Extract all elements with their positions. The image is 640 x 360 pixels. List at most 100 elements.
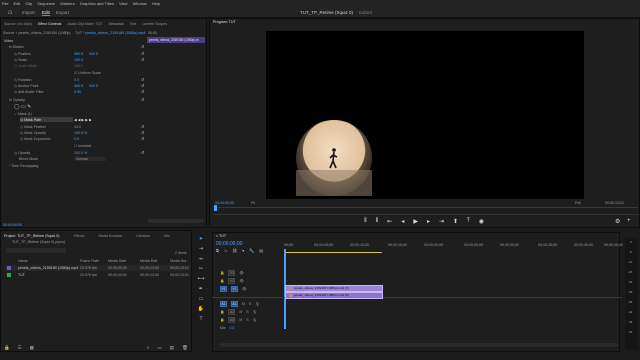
search-icon[interactable]: ⌕ [147,345,150,351]
rect-mask-icon[interactable]: ▭ [21,104,26,110]
fx-timecode[interactable]: 00:00:00:00 [3,223,22,227]
source-clip-label[interactable]: Source + pexels_videos_2159180 (1080p) [3,31,71,35]
mask-expansion-value[interactable]: 0.0 [74,137,79,141]
lock-icon[interactable]: 🔒 [220,310,224,314]
track-target-v2[interactable]: V2 [228,278,236,284]
mask-feather-value[interactable]: 10.0 [74,125,81,129]
mute-icon[interactable]: M [239,318,242,322]
reset-icon[interactable]: ↺ [141,83,144,88]
ellipse-mask-icon[interactable]: ◯ [14,104,20,110]
reset-icon[interactable]: ↺ [141,44,144,49]
slip-icon[interactable]: ⟷ [197,276,204,282]
timeline-zoom-scrollbar[interactable] [220,343,618,347]
track-target-a3[interactable]: A3 [228,317,236,323]
pen-mask-icon[interactable]: ✎ [27,104,31,110]
fx-zoom-scrollbar[interactable] [148,219,204,223]
settings-icon[interactable]: ⚙ [615,218,620,225]
program-timecode[interactable]: 00;00;00;00 [215,201,234,205]
track-target-a2[interactable]: A2 [228,309,236,315]
mini-clip-bar[interactable]: pexels_videos_2159180 (1080p).m [147,37,205,43]
mute-icon[interactable]: M [242,302,245,306]
fit-dropdown[interactable]: Fit [251,201,255,205]
reset-icon[interactable]: ↺ [141,97,144,102]
antiflicker-value[interactable]: 0.00 [74,90,81,94]
source-patch-v1[interactable]: V1 [220,286,227,292]
step-forward-icon[interactable]: ▸ [427,218,430,225]
rotation-value[interactable]: 0.0 [74,78,79,82]
lift-icon[interactable]: ⬆ [453,218,458,225]
program-zoom-bar[interactable] [213,214,639,215]
track-target-v1[interactable]: V1 [231,286,238,292]
mic-icon[interactable]: 🎙 [255,302,259,306]
nest-icon[interactable]: ⧉ [216,248,219,253]
program-playhead[interactable] [214,205,217,211]
quality-dropdown[interactable]: Full [575,201,581,205]
position-y[interactable]: 540.0 [89,52,98,56]
hand-tool-icon[interactable]: ✋ [198,306,204,312]
new-bin-icon[interactable]: ▭ [158,345,162,351]
eye-icon[interactable]: 👁 [239,279,243,283]
lock-icon[interactable]: 🔒 [220,318,224,322]
reset-icon[interactable]: ↺ [141,57,144,62]
add-button-icon[interactable]: + [627,218,631,224]
uniform-scale-row[interactable]: ☑ Uniform Scale [74,71,101,75]
tab-audio-mixer[interactable]: Audio Clip Mixer: TUT [67,22,102,26]
solo-icon[interactable]: S [246,318,248,322]
audio-clip[interactable]: pexels_videos_2159180 (1080p).mp4 [A] [285,292,383,299]
rectangle-tool-icon[interactable]: ▭ [199,296,204,302]
mic-icon[interactable]: 🎙 [253,318,257,322]
inverted-row[interactable]: ☐ Inverted [74,144,91,148]
tab-program[interactable]: Program: TUT [213,20,236,24]
track-mask-controls[interactable]: ◀ ◀ ▶ ▶ ▶ [74,118,92,122]
sequence-clip-label[interactable]: TUT * pexels_videos_2159180 (1080p).mp4 [75,31,145,35]
tab-metadata[interactable]: Metadata [109,22,124,26]
tab-effects[interactable]: Effects [73,234,84,238]
program-scrub-bar[interactable] [214,207,638,208]
razor-icon[interactable]: ✂ [199,266,203,272]
anchor-x[interactable]: 960.0 [74,84,83,88]
export-frame-icon[interactable]: ◉ [479,218,484,225]
workspace-edit[interactable]: Edit [42,10,50,16]
tab-lumetri[interactable]: Lumetri Scopes [142,22,167,26]
mask-row[interactable]: ⌄ Mask (1) [14,112,32,116]
scale-width-value[interactable]: 100.0 [74,64,83,68]
col-media-dur[interactable]: Media Dur [170,259,187,263]
solo-icon[interactable]: S [246,310,248,314]
reset-icon[interactable]: ↺ [141,150,144,155]
tab-text[interactable]: Text [130,22,137,26]
workspace-export[interactable]: Export [56,10,69,15]
table-row[interactable] [5,272,191,278]
col-media-end[interactable]: Media End [140,259,157,263]
workspace-import[interactable]: Import [22,10,35,15]
menu-help[interactable]: Help [152,1,160,6]
opacity-value[interactable]: 100.0 % [74,151,87,155]
mic-icon[interactable]: 🎙 [253,310,257,314]
col-frame-rate[interactable]: Frame Rate [80,259,99,263]
col-media-start[interactable]: Media Start [108,259,126,263]
mark-out-icon[interactable]: ⦀ [376,218,379,225]
timeline-timecode[interactable]: 00;00;00;00 [216,241,242,247]
pen-tool-icon[interactable]: ✒ [199,286,203,292]
blend-select[interactable]: Normal [74,157,106,161]
opacity-section[interactable]: fx Opacity [9,98,25,102]
ripple-edit-icon[interactable]: ⟛ [199,256,204,262]
snap-icon[interactable]: ⊃ [224,248,227,253]
wrench-icon[interactable]: 🔧 [249,248,254,253]
video-clip[interactable]: pexels_videos_2159180 (1080p).mp4 [V] [285,285,383,292]
go-to-in-icon[interactable]: ⇤ [387,218,392,225]
mark-in-icon[interactable]: ⦀ [364,218,367,225]
menu-edit[interactable]: Edit [13,1,20,6]
reset-icon[interactable]: ↺ [141,136,144,141]
solo-icon[interactable]: S [249,302,251,306]
tab-info[interactable]: Info [164,234,170,238]
icon-view-icon[interactable]: ▦ [30,345,34,351]
menu-view[interactable]: View [119,1,128,6]
position-x[interactable]: 960.0 [74,52,83,56]
track-select-icon[interactable]: ⇥ [199,246,203,252]
step-back-icon[interactable]: ◂ [401,218,404,225]
mix-value[interactable]: 0.0 [229,326,234,330]
play-icon[interactable]: ▶ [413,218,418,225]
track-target-v3[interactable]: V3 [228,270,236,276]
source-patch-a1[interactable]: A1 [220,301,227,307]
project-search-input[interactable] [6,248,66,253]
